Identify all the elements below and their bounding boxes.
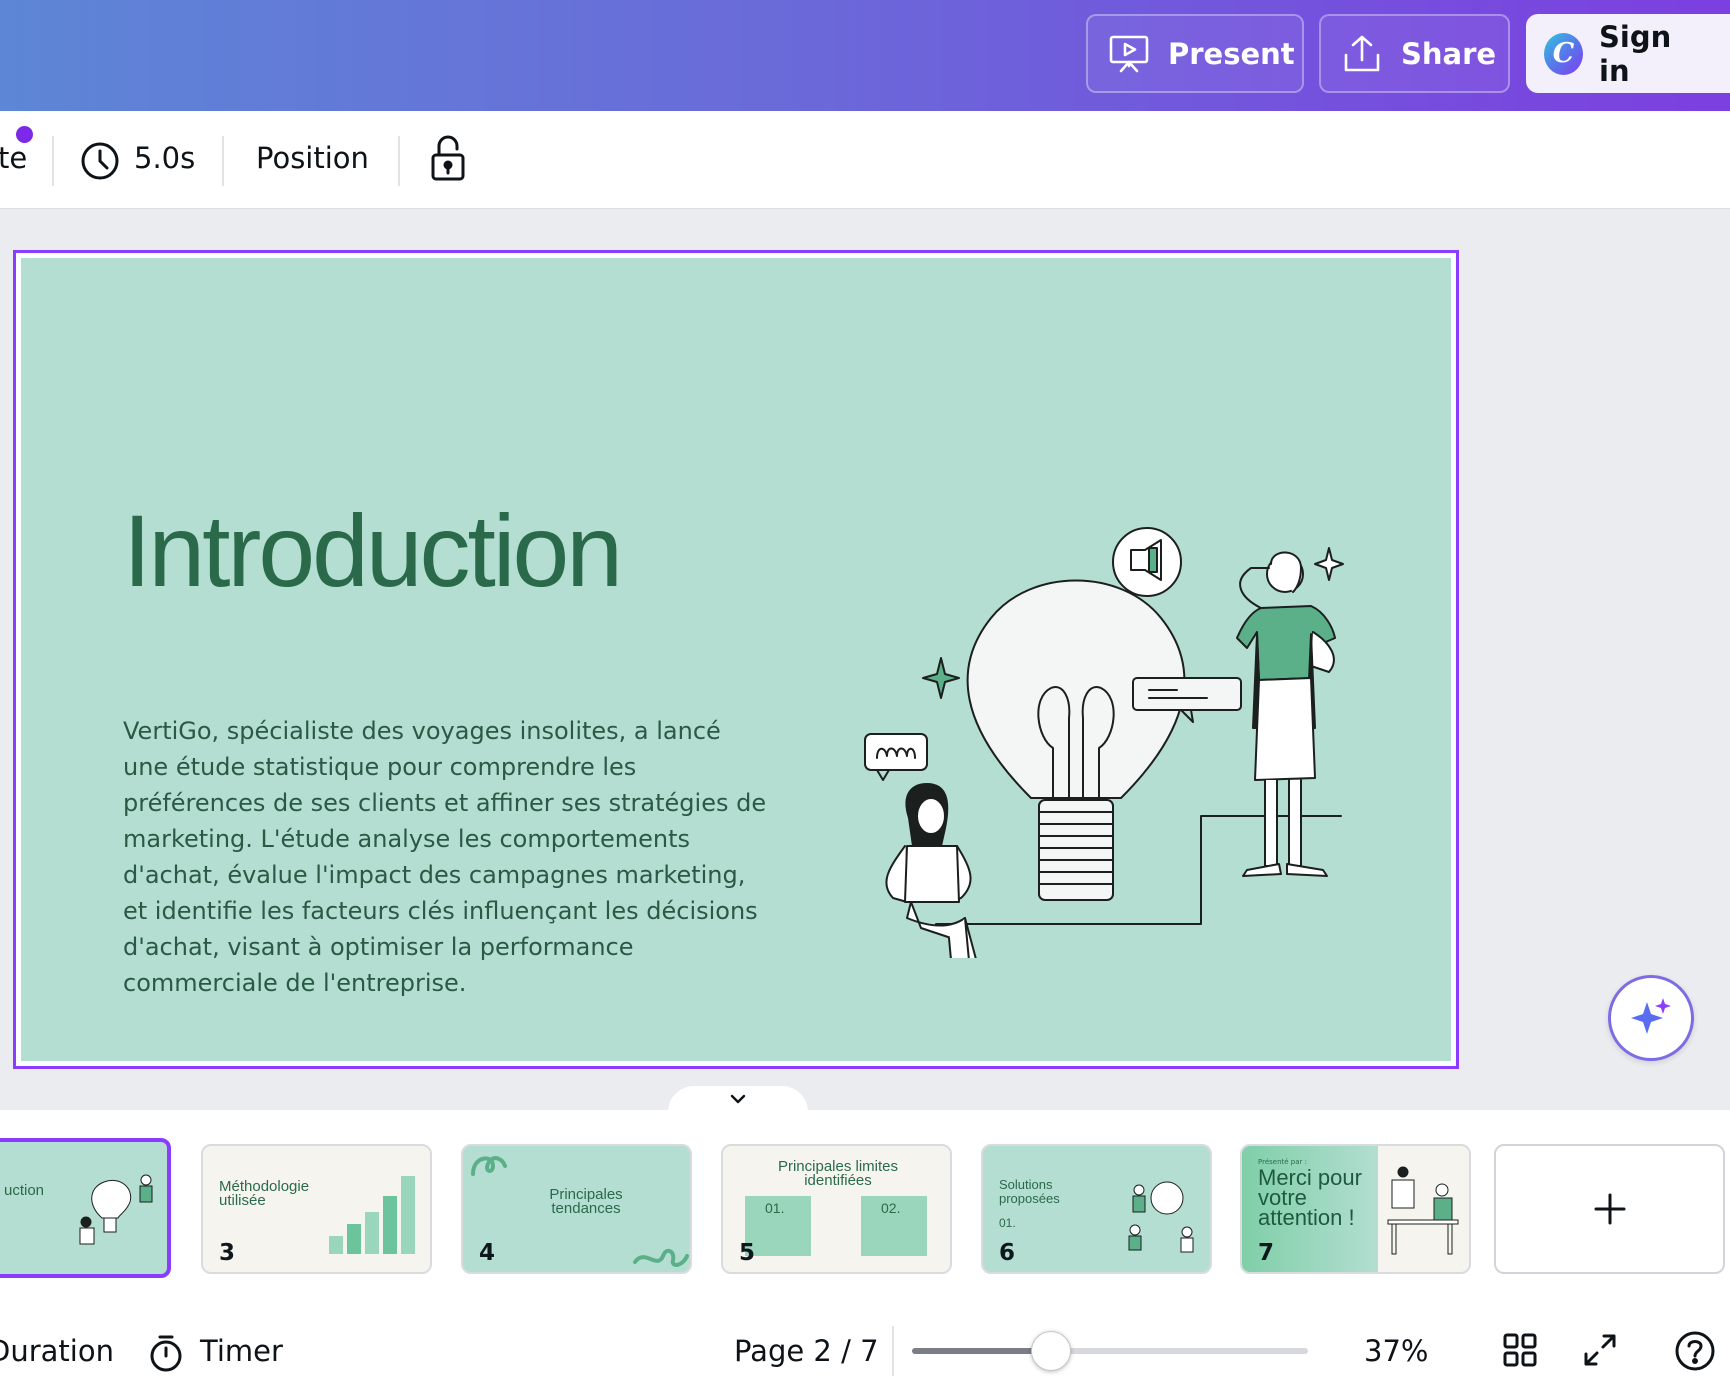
zoom-value[interactable]: 37% [1364,1334,1428,1368]
share-button[interactable]: Share [1319,14,1510,93]
thumbnail-title: Merci pour votre attention ! [1258,1165,1362,1230]
collapse-pages-button[interactable] [668,1086,808,1112]
top-header: Present Share C Sign in [0,0,1730,111]
thumbnail-illustration [1128,1181,1194,1253]
zoom-slider-fill [912,1348,1051,1354]
page-thumbnail[interactable]: Présenté par : Merci pour votre attentio… [1240,1144,1471,1274]
toolbar-divider [222,136,224,186]
toolbar-divider [52,136,54,186]
magic-assistant-button[interactable] [1608,975,1694,1061]
fullscreen-icon[interactable] [1582,1332,1618,1368]
thumbnail-title: Solutions proposées [999,1177,1060,1206]
help-icon[interactable] [1674,1330,1716,1372]
notification-dot [16,126,33,143]
thumbnail-column: 02. [861,1196,927,1256]
timer-button[interactable]: Timer [148,1326,288,1376]
thumbnail-title: Principales tendances [549,1186,623,1217]
toolbar-divider [398,136,400,186]
page-thumbnail[interactable]: Méthodologie utilisée 3 [201,1144,432,1274]
sign-in-button[interactable]: C Sign in [1526,14,1730,93]
footer-divider [892,1326,894,1376]
slide: Introduction VertiGo, spécialiste des vo… [21,258,1451,1061]
page-number: 4 [479,1240,496,1266]
share-label: Share [1401,36,1497,71]
editor-toolbar: te 5.0s Position [0,111,1730,209]
page-indicator[interactable]: Page 2 / 7 [734,1334,879,1368]
page-number: 6 [999,1240,1016,1266]
duration-button[interactable]: Duration [0,1334,114,1368]
zoom-slider[interactable] [912,1348,1308,1354]
page-thumbnail[interactable]: Solutions proposées 01. 6 [981,1144,1212,1274]
squiggle-decoration [471,1156,507,1176]
slide-body-text[interactable]: VertiGo, spécialiste des voyages insolit… [123,713,773,1001]
clock-icon [81,142,119,180]
timer-icon [150,1335,182,1372]
page-number: 3 [219,1240,236,1266]
plus-icon [1594,1193,1625,1225]
add-page-button[interactable] [1494,1144,1725,1274]
sparkle-icon [1631,998,1671,1034]
bottom-bar: Duration Timer Page 2 / 7 37% [0,1310,1730,1390]
page-thumbnails: uction Méthodologie utilisée 3 Principal… [0,1110,1730,1310]
thumbnail-bar-chart [329,1176,415,1254]
present-label: Present [1168,36,1295,71]
grid-view-icon[interactable] [1502,1332,1538,1368]
chevron-down-icon [730,1094,746,1104]
position-button[interactable]: Position [256,141,369,175]
sign-in-label: Sign in [1599,19,1672,88]
thumbnail-title: Méthodologie utilisée [219,1178,310,1209]
share-icon [1344,35,1380,71]
zoom-slider-handle[interactable] [1030,1331,1071,1371]
present-icon [1109,35,1149,72]
thumbnail-column-number: 01. [765,1200,785,1216]
slide-canvas[interactable]: Introduction VertiGo, spécialiste des vo… [13,250,1459,1069]
toolbar-cut-off-item[interactable]: te [0,141,27,175]
page-thumbnail[interactable]: Principales tendances 4 [461,1144,692,1274]
duration-button[interactable]: 5.0s [80,136,195,186]
slide-title[interactable]: Introduction [123,493,623,610]
timer-label: Timer [200,1334,283,1368]
canva-logo: C [1544,32,1584,75]
lightbulb-illustration[interactable] [841,398,1361,958]
thumbnail-illustration [1387,1166,1459,1255]
page-thumbnail[interactable]: Principales limites identifiées 01. 02. … [721,1144,952,1274]
duration-value: 5.0s [134,141,196,175]
page-number: 5 [739,1240,756,1266]
thumbnail-title: uction [4,1182,45,1199]
squiggle-decoration [633,1248,689,1267]
lock-icon[interactable] [430,135,466,183]
thumbnail-list-item: 01. [999,1216,1016,1230]
page-thumbnail[interactable]: uction [0,1138,171,1278]
present-button[interactable]: Present [1086,14,1304,93]
thumbnail-title: Principales limites identifiées [777,1158,899,1189]
thumbnail-column-number: 02. [881,1200,901,1216]
page-number: 7 [1258,1240,1275,1266]
thumbnail-illustration [79,1174,153,1245]
